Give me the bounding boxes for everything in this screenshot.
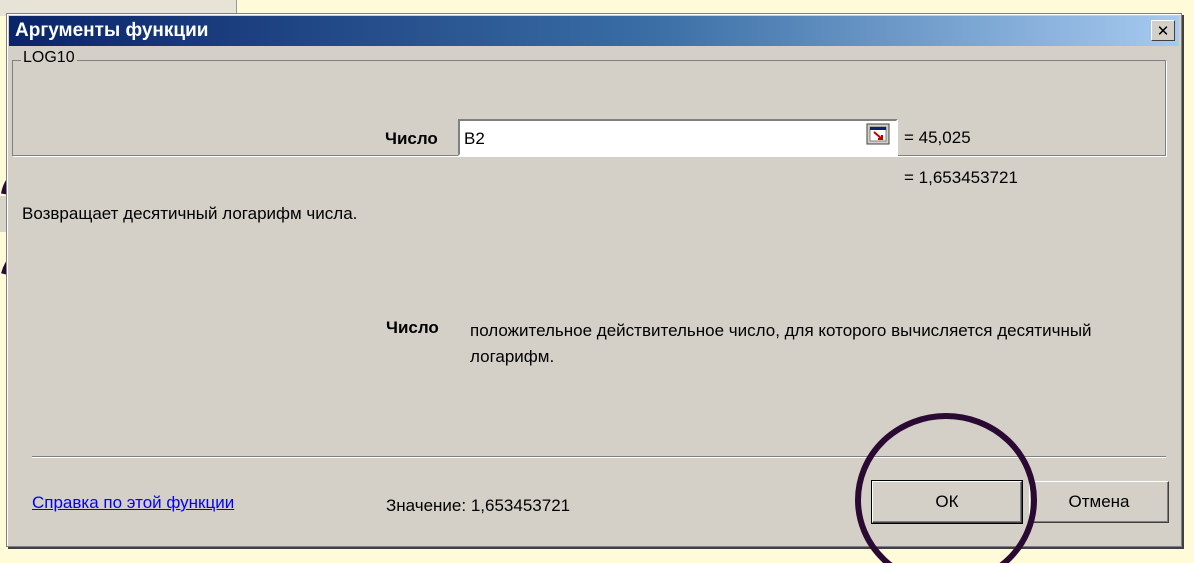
dialog-title: Аргументы функции (15, 20, 209, 41)
argument-evaluated-value: = 45,025 (904, 128, 971, 147)
function-description: Возвращает десятичный логарифм числа. (22, 204, 358, 223)
cancel-button[interactable]: Отмена (1029, 481, 1169, 523)
ok-button[interactable]: ОК (871, 480, 1023, 524)
argument-help-name: Число (386, 318, 439, 337)
close-button[interactable]: ✕ (1151, 20, 1175, 41)
argument-input[interactable]: B2 (458, 119, 898, 156)
formula-value: Значение: 1,653453721 (386, 496, 571, 515)
dialog-titlebar[interactable]: Аргументы функции ✕ (9, 16, 1179, 46)
range-select-icon[interactable] (866, 123, 890, 145)
help-link[interactable]: Справка по этой функции (32, 493, 234, 513)
argument-label: Число (385, 129, 438, 148)
formula-result: = 1,653453721 (904, 168, 1018, 187)
argument-help-text: положительное действительное число, для … (470, 321, 1092, 366)
separator (32, 456, 1166, 458)
function-name: LOG10 (21, 49, 77, 67)
close-icon: ✕ (1156, 22, 1170, 40)
